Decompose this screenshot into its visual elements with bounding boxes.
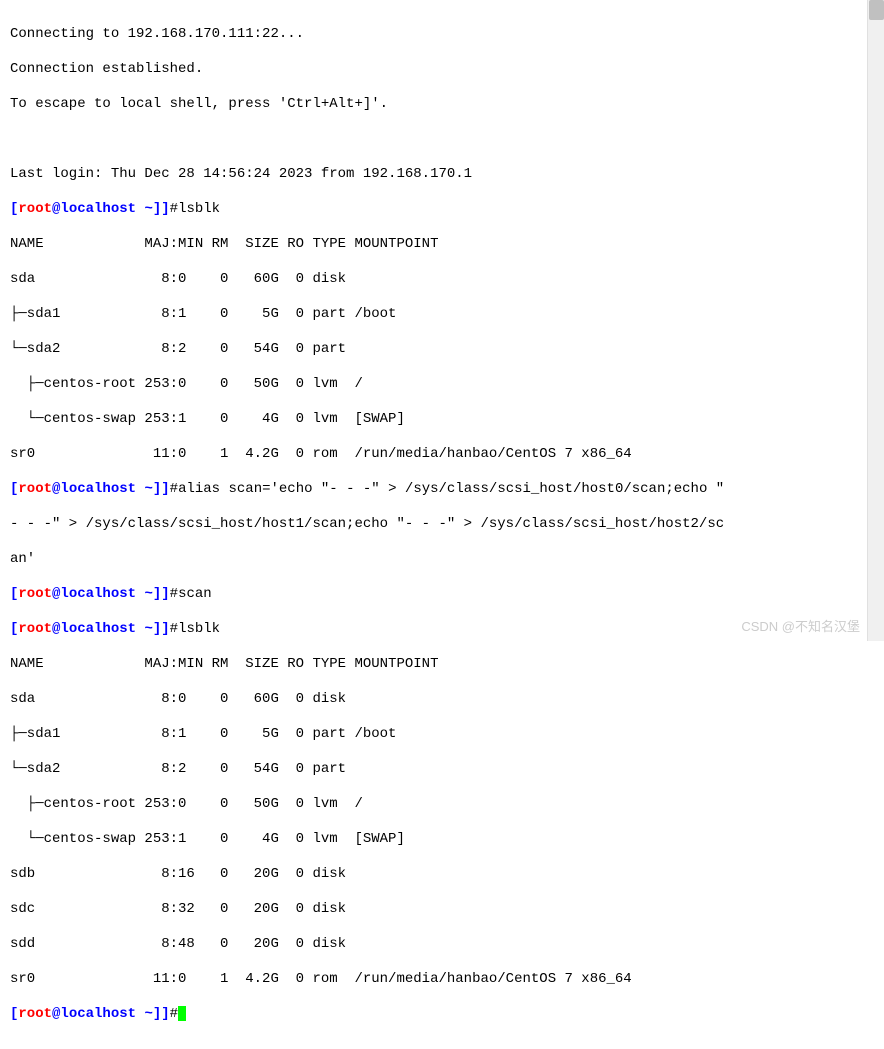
lsblk2-sdb: sdb 8:16 0 20G 0 disk [10,866,852,884]
lsblk1-sda: sda 8:0 0 60G 0 disk [10,271,852,289]
lsblk2-sda1: ├─sda1 8:1 0 5G 0 part /boot [10,726,852,744]
scrollbar-thumb[interactable] [869,0,884,20]
blank-line [10,131,852,149]
escape-line: To escape to local shell, press 'Ctrl+Al… [10,96,852,114]
lsblk2-centos-root: ├─centos-root 253:0 0 50G 0 lvm / [10,796,852,814]
established-line: Connection established. [10,61,852,79]
cmd-alias-cont2: an' [10,551,852,569]
terminal-output[interactable]: Connecting to 192.168.170.111:22... Conn… [0,0,862,1049]
prompt-line-3: [root@localhost ~]]#scan [10,586,852,604]
lsblk1-centos-root: ├─centos-root 253:0 0 50G 0 lvm / [10,376,852,394]
scrollbar-vertical[interactable] [867,0,884,641]
prompt-line-5[interactable]: [root@localhost ~]]# [10,1006,852,1024]
watermark: CSDN @不知名汉堡 [741,616,860,635]
cmd-lsblk-2: lsblk [178,621,220,637]
prompt-line-2: [root@localhost ~]]#alias scan='echo "- … [10,481,852,499]
lsblk2-header: NAME MAJ:MIN RM SIZE RO TYPE MOUNTPOINT [10,656,852,674]
lsblk2-sdd: sdd 8:48 0 20G 0 disk [10,936,852,954]
cursor[interactable] [178,1006,186,1021]
lsblk2-sda: sda 8:0 0 60G 0 disk [10,691,852,709]
lsblk2-centos-swap: └─centos-swap 253:1 0 4G 0 lvm [SWAP] [10,831,852,849]
cmd-lsblk-1: lsblk [178,201,220,217]
prompt-line-4: [root@localhost ~]]#lsblk [10,621,852,639]
cmd-scan: scan [178,586,212,602]
cmd-alias: alias scan='echo "- - -" > /sys/class/sc… [178,481,724,497]
connect-line: Connecting to 192.168.170.111:22... [10,26,852,44]
lsblk1-header: NAME MAJ:MIN RM SIZE RO TYPE MOUNTPOINT [10,236,852,254]
lsblk1-sr0: sr0 11:0 1 4.2G 0 rom /run/media/hanbao/… [10,446,852,464]
lsblk2-sdc: sdc 8:32 0 20G 0 disk [10,901,852,919]
lsblk1-centos-swap: └─centos-swap 253:1 0 4G 0 lvm [SWAP] [10,411,852,429]
cmd-alias-cont1: - - -" > /sys/class/scsi_host/host1/scan… [10,516,852,534]
lastlogin-line: Last login: Thu Dec 28 14:56:24 2023 fro… [10,166,852,184]
lsblk1-sda1: ├─sda1 8:1 0 5G 0 part /boot [10,306,852,324]
prompt-line-1: [root@localhost ~]]#lsblk [10,201,852,219]
lsblk1-sda2: └─sda2 8:2 0 54G 0 part [10,341,852,359]
lsblk2-sda2: └─sda2 8:2 0 54G 0 part [10,761,852,779]
lsblk2-sr0: sr0 11:0 1 4.2G 0 rom /run/media/hanbao/… [10,971,852,989]
